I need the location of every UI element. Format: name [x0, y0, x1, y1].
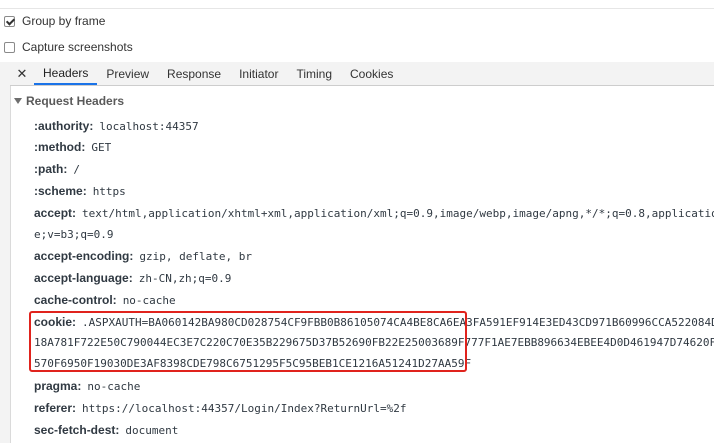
header-value-continuation: 570F6950F19030DE3AF8398CDE798C6751295F5C…	[34, 352, 471, 374]
header-row-sec-fetch-dest: sec-fetch-dest: document	[34, 419, 178, 441]
header-value: text/html,application/xhtml+xml,applicat…	[82, 206, 714, 220]
header-row-accept: accept: text/html,application/xhtml+xml,…	[34, 202, 714, 224]
header-row-accept-encoding: accept-encoding: gzip, deflate, br	[34, 245, 252, 267]
tab-timing[interactable]: Timing	[287, 62, 341, 85]
header-row-method: :method: GET	[34, 136, 111, 158]
header-value: e;v=b3;q=0.9	[34, 227, 114, 241]
header-value: localhost:44357	[99, 119, 199, 133]
header-value: document	[125, 423, 179, 437]
header-value-continuation: e;v=b3;q=0.9	[34, 223, 113, 245]
header-value: gzip, deflate, br	[139, 249, 252, 263]
header-name: sec-fetch-dest:	[34, 423, 120, 437]
header-value: zh-CN,zh;q=0.9	[138, 271, 232, 285]
close-icon[interactable]: ✕	[10, 62, 34, 85]
group-by-frame-option[interactable]: Group by frame	[0, 8, 105, 34]
header-value: 18A781F722E50C790044EC3E7C220C70E35B2296…	[34, 335, 714, 349]
group-by-frame-label: Group by frame	[22, 14, 106, 28]
triangle-down-icon[interactable]	[14, 98, 22, 104]
header-row-scheme: :scheme: https	[34, 180, 126, 202]
header-value: https://localhost:44357/Login/Index?Retu…	[82, 401, 407, 415]
tab-response[interactable]: Response	[158, 62, 230, 85]
tab-preview[interactable]: Preview	[97, 62, 158, 85]
header-row-authority: :authority: localhost:44357	[34, 115, 199, 137]
header-value: 570F6950F19030DE3AF8398CDE798C6751295F5C…	[34, 356, 472, 370]
header-name: referer:	[34, 401, 77, 415]
header-name: accept:	[34, 206, 77, 220]
request-list-edge	[0, 62, 11, 443]
header-name: accept-language:	[34, 271, 133, 285]
header-row-accept-language: accept-language: zh-CN,zh;q=0.9	[34, 267, 231, 289]
header-value: no-cache	[87, 379, 141, 393]
group-by-frame-checkbox[interactable]	[4, 15, 15, 27]
header-name: :method:	[34, 140, 86, 154]
top-divider	[0, 8, 714, 9]
section-title: Request Headers	[26, 94, 125, 108]
tab-headers[interactable]: Headers	[34, 62, 98, 85]
header-name: pragma:	[34, 379, 82, 393]
header-value: /	[73, 162, 80, 176]
header-value: https	[92, 184, 126, 198]
header-row-referer: referer: https://localhost:44357/Login/I…	[34, 397, 407, 419]
tab-initiator[interactable]: Initiator	[230, 62, 287, 85]
header-value-continuation: 18A781F722E50C790044EC3E7C220C70E35B2296…	[34, 331, 714, 353]
capture-screenshots-option[interactable]: Capture screenshots	[0, 34, 133, 60]
header-row-cookie: cookie: .ASPXAUTH=BA060142BA980CD028754C…	[34, 311, 714, 333]
request-headers-section[interactable]: Request Headers	[14, 92, 124, 110]
capture-screenshots-label: Capture screenshots	[22, 40, 133, 54]
header-name: :scheme:	[34, 184, 87, 198]
tab-cookies[interactable]: Cookies	[341, 62, 402, 85]
header-name: :path:	[34, 162, 68, 176]
header-name: :authority:	[34, 119, 94, 133]
capture-screenshots-checkbox[interactable]	[4, 41, 15, 53]
header-row-path: :path: /	[34, 158, 80, 180]
header-name: accept-encoding:	[34, 249, 134, 263]
header-value: .ASPXAUTH=BA060142BA980CD028754CF9FBB0B8…	[82, 315, 714, 329]
header-row-cache-control: cache-control: no-cache	[34, 289, 176, 311]
header-name: cache-control:	[34, 293, 117, 307]
header-row-pragma: pragma: no-cache	[34, 375, 140, 397]
header-value: no-cache	[122, 293, 176, 307]
detail-tabbar: ✕ Headers Preview Response Initiator Tim…	[10, 62, 714, 86]
header-value: GET	[91, 140, 112, 154]
header-name: cookie:	[34, 315, 77, 329]
